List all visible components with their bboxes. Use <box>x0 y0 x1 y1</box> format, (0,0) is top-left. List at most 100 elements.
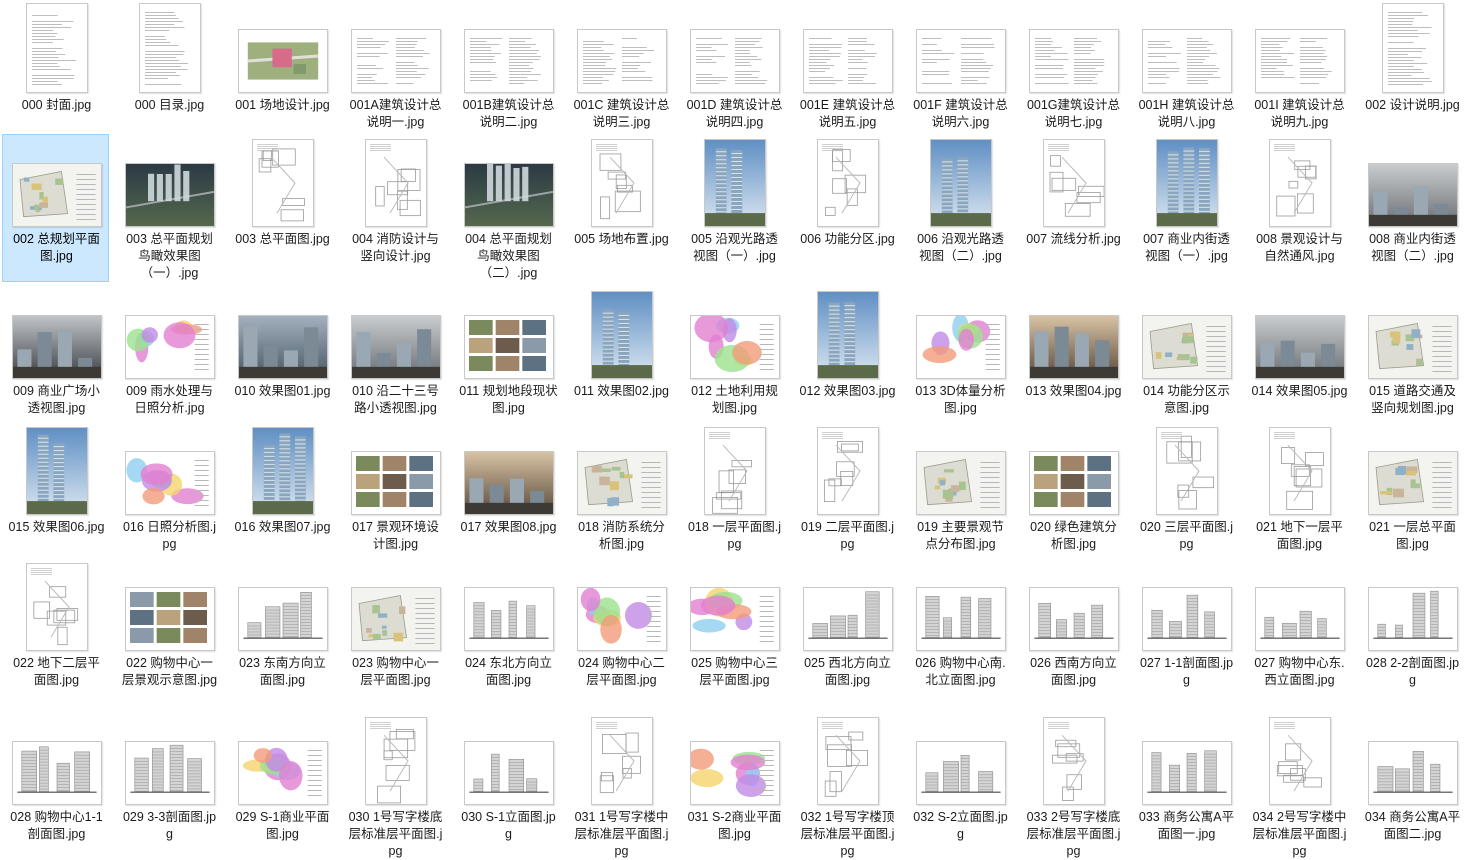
file-item[interactable]: 030 1号写字楼底层标准层平面图.jpg <box>341 712 448 848</box>
file-item[interactable]: 010 沿二十三号路小透视图.jpg <box>341 286 448 420</box>
file-item[interactable]: 019 主要景观节点分布图.jpg <box>906 422 1013 556</box>
file-item[interactable]: 008 景观设计与自然通风.jpg <box>1245 134 1352 282</box>
image-thumbnail-icon <box>26 427 88 515</box>
file-name: 001C 建筑设计总说明三.jpg <box>572 97 671 131</box>
file-item[interactable]: 015 效果图06.jpg <box>2 422 109 556</box>
drawing-thumbnail-icon <box>1043 717 1105 805</box>
file-item[interactable]: 001H 建筑设计总说明八.jpg <box>1132 0 1239 130</box>
file-item[interactable]: 029 3-3剖面图.jpg <box>115 712 222 848</box>
file-item[interactable]: 021 一层总平面图.jpg <box>1358 422 1465 556</box>
file-item[interactable]: 009 雨水处理与日照分析.jpg <box>115 286 222 420</box>
file-item[interactable]: 027 购物中心东.西立面图.jpg <box>1245 558 1352 710</box>
file-item[interactable]: 015 道路交通及竖向规划图.jpg <box>1358 286 1465 420</box>
file-item[interactable]: 000 封面.jpg <box>2 0 109 130</box>
file-name: 009 雨水处理与日照分析.jpg <box>120 383 219 417</box>
drawing-thumbnail-icon <box>1043 139 1105 227</box>
drawing-thumbnail-icon <box>1269 139 1331 227</box>
plan-thumbnail-icon <box>1142 315 1232 379</box>
file-name: 003 总平面规划鸟瞰效果图（一）.jpg <box>120 231 219 282</box>
file-item[interactable]: 033 2号写字楼底层标准层平面图.jpg <box>1019 712 1126 848</box>
file-item[interactable]: 025 西北方向立面图.jpg <box>793 558 900 710</box>
file-item[interactable]: 020 绿色建筑分析图.jpg <box>1019 422 1126 556</box>
elevation-thumbnail-icon <box>1142 587 1232 651</box>
file-item[interactable]: 002 设计说明.jpg <box>1358 0 1465 130</box>
file-item[interactable]: 020 三层平面图.jpg <box>1132 422 1239 556</box>
file-name: 017 景观环境设计图.jpg <box>346 519 445 553</box>
file-item[interactable]: 023 购物中心一层平面图.jpg <box>341 558 448 710</box>
drawing-thumbnail-icon <box>1269 717 1331 805</box>
file-item[interactable]: 030 S-1立面图.jpg <box>454 712 561 848</box>
file-item[interactable]: 023 东南方向立面图.jpg <box>228 558 335 710</box>
file-item[interactable]: 021 地下一层平面图.jpg <box>1245 422 1352 556</box>
file-item[interactable]: 022 地下二层平面图.jpg <box>2 558 109 710</box>
file-item[interactable]: 001 场地设计.jpg <box>228 0 335 130</box>
file-item[interactable]: 026 西南方向立面图.jpg <box>1019 558 1126 710</box>
file-item[interactable]: 007 商业内街透视图（一）.jpg <box>1132 134 1239 282</box>
file-item[interactable]: 001C 建筑设计总说明三.jpg <box>567 0 674 130</box>
file-item[interactable]: 001E 建筑设计总说明五.jpg <box>793 0 900 130</box>
file-item[interactable]: 031 S-2商业平面图.jpg <box>680 712 787 848</box>
file-item[interactable]: 027 1-1剖面图.jpg <box>1132 558 1239 710</box>
file-item[interactable]: 022 购物中心一层景观示意图.jpg <box>115 558 222 710</box>
file-item[interactable]: 009 商业广场小透视图.jpg <box>2 286 109 420</box>
file-item[interactable]: 014 功能分区示意图.jpg <box>1132 286 1239 420</box>
file-item[interactable]: 012 土地利用规划图.jpg <box>680 286 787 420</box>
file-item[interactable]: 034 2号写字楼中层标准层平面图.jpg <box>1245 712 1352 848</box>
file-item[interactable]: 002 总规划平面图.jpg <box>2 134 109 282</box>
file-item[interactable]: 032 S-2立面图.jpg <box>906 712 1013 848</box>
file-item[interactable]: 011 规划地段现状图.jpg <box>454 286 561 420</box>
file-item[interactable]: 029 S-1商业平面图.jpg <box>228 712 335 848</box>
file-item[interactable]: 005 场地布置.jpg <box>567 134 674 282</box>
file-item[interactable]: 008 商业内街透视图（二）.jpg <box>1358 134 1465 282</box>
file-item[interactable]: 024 东北方向立面图.jpg <box>454 558 561 710</box>
file-item[interactable]: 034 商务公寓A平面图二.jpg <box>1358 712 1465 848</box>
file-item[interactable]: 028 购物中心1-1剖面图.jpg <box>2 712 109 848</box>
file-item[interactable]: 016 日照分析图.jpg <box>115 422 222 556</box>
file-item[interactable]: 001F 建筑设计总说明六.jpg <box>906 0 1013 130</box>
file-item[interactable]: 013 3D体量分析图.jpg <box>906 286 1013 420</box>
file-item[interactable]: 010 效果图01.jpg <box>228 286 335 420</box>
file-item[interactable]: 007 流线分析.jpg <box>1019 134 1126 282</box>
file-item[interactable]: 017 效果图08.jpg <box>454 422 561 556</box>
file-name: 025 购物中心三层平面图.jpg <box>685 655 784 689</box>
file-name: 031 S-2商业平面图.jpg <box>685 809 784 843</box>
file-name: 010 效果图01.jpg <box>233 383 332 400</box>
file-item[interactable]: 026 购物中心南.北立面图.jpg <box>906 558 1013 710</box>
file-item[interactable]: 017 景观环境设计图.jpg <box>341 422 448 556</box>
file-item[interactable]: 013 效果图04.jpg <box>1019 286 1126 420</box>
image-thumbnail-icon <box>351 451 441 515</box>
image-thumbnail-icon <box>252 427 314 515</box>
file-item[interactable]: 024 购物中心二层平面图.jpg <box>567 558 674 710</box>
file-item[interactable]: 001B建筑设计总说明二.jpg <box>454 0 561 130</box>
file-item[interactable]: 014 效果图05.jpg <box>1245 286 1352 420</box>
file-item[interactable]: 028 2-2剖面图.jpg <box>1358 558 1465 710</box>
file-item[interactable]: 001I 建筑设计总说明九.jpg <box>1245 0 1352 130</box>
file-item[interactable]: 031 1号写字楼中层标准层平面图.jpg <box>567 712 674 848</box>
file-item[interactable]: 012 效果图03.jpg <box>793 286 900 420</box>
file-item[interactable]: 004 消防设计与竖向设计.jpg <box>341 134 448 282</box>
file-item[interactable]: 001G建筑设计总说明七.jpg <box>1019 0 1126 130</box>
file-item[interactable]: 003 总平面图.jpg <box>228 134 335 282</box>
file-item[interactable]: 000 目录.jpg <box>115 0 222 130</box>
file-item[interactable]: 006 功能分区.jpg <box>793 134 900 282</box>
file-item[interactable]: 003 总平面规划鸟瞰效果图（一）.jpg <box>115 134 222 282</box>
file-item[interactable]: 018 消防系统分析图.jpg <box>567 422 674 556</box>
file-item[interactable]: 025 购物中心三层平面图.jpg <box>680 558 787 710</box>
file-item[interactable]: 001A建筑设计总说明一.jpg <box>341 0 448 130</box>
file-item[interactable]: 033 商务公寓A平面图一.jpg <box>1132 712 1239 848</box>
drawing-thumbnail-icon <box>817 139 879 227</box>
file-item[interactable]: 032 1号写字楼顶层标准层平面图.jpg <box>793 712 900 848</box>
file-item[interactable]: 006 沿观光路透视图（二）.jpg <box>906 134 1013 282</box>
file-item[interactable]: 005 沿观光路透视图（一）.jpg <box>680 134 787 282</box>
file-item[interactable]: 016 效果图07.jpg <box>228 422 335 556</box>
file-item[interactable]: 004 总平面规划鸟瞰效果图（二）.jpg <box>454 134 561 282</box>
file-item[interactable]: 001D 建筑设计总说明四.jpg <box>680 0 787 130</box>
file-name: 015 效果图06.jpg <box>7 519 106 536</box>
file-name: 001A建筑设计总说明一.jpg <box>346 97 445 131</box>
file-name: 026 购物中心南.北立面图.jpg <box>911 655 1010 689</box>
file-name: 008 景观设计与自然通风.jpg <box>1250 231 1349 265</box>
file-item[interactable]: 018 一层平面图.jpg <box>680 422 787 556</box>
file-name: 028 购物中心1-1剖面图.jpg <box>7 809 106 843</box>
file-item[interactable]: 011 效果图02.jpg <box>567 286 674 420</box>
file-item[interactable]: 019 二层平面图.jpg <box>793 422 900 556</box>
